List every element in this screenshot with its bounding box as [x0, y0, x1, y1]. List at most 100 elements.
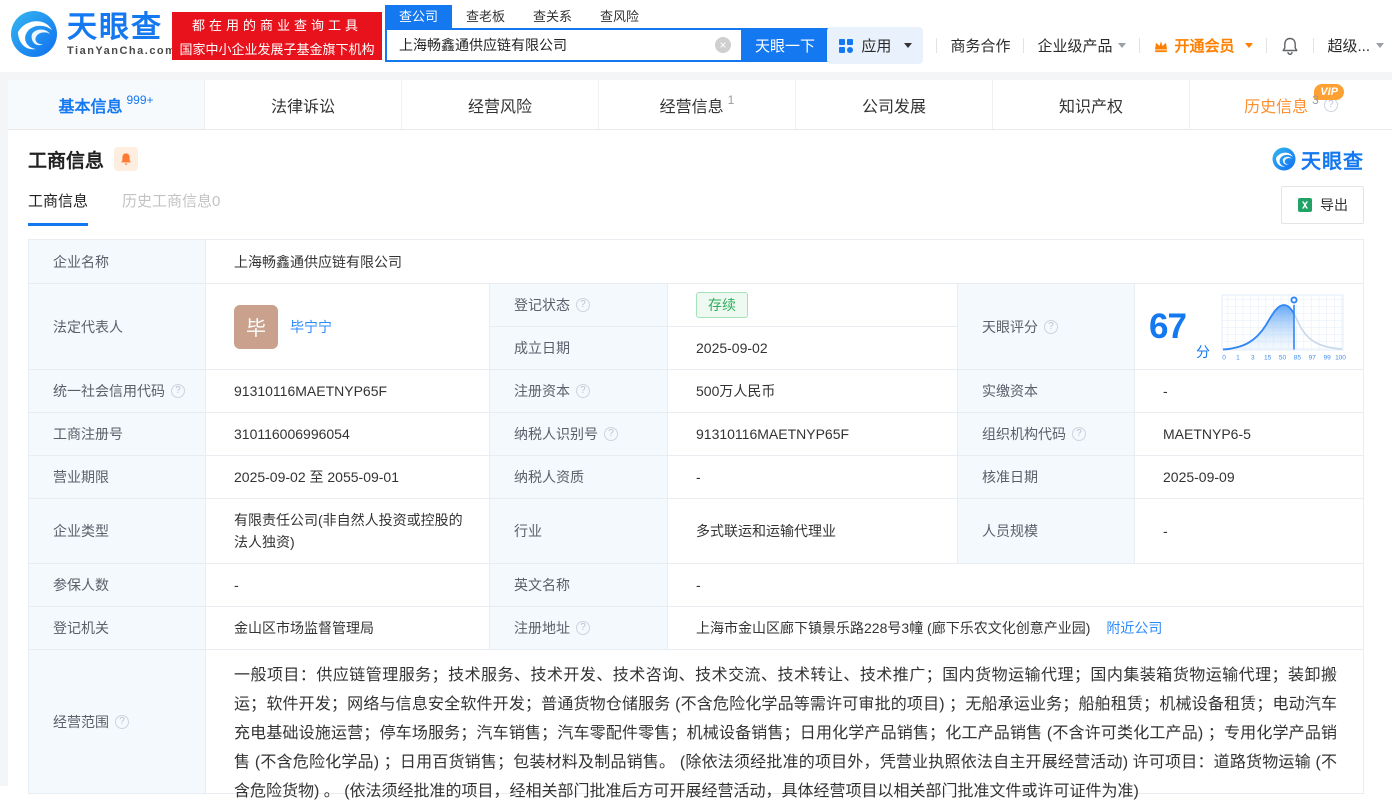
help-icon[interactable]	[604, 427, 618, 441]
tab-count: 1	[727, 92, 735, 107]
table-row: 营业期限 2025-09-02 至 2055-09-01 纳税人资质 - 核准日…	[29, 456, 1363, 499]
business-info-subtabs: 工商信息 历史工商信息0	[28, 190, 220, 226]
avatar[interactable]: 毕	[234, 304, 278, 349]
search-tab-company[interactable]: 查公司	[385, 5, 453, 28]
divider	[936, 38, 938, 53]
tab-operating-risk[interactable]: 经营风险	[402, 80, 599, 129]
field-label: 营业期限	[29, 456, 206, 498]
nav-enterprise-products[interactable]: 企业级产品	[1037, 35, 1112, 56]
clear-search-icon[interactable]	[715, 37, 731, 53]
field-label: 注册资本	[490, 370, 668, 412]
svg-text:15: 15	[1264, 354, 1272, 361]
search-tab-boss[interactable]: 查老板	[452, 5, 519, 28]
svg-text:50: 50	[1279, 354, 1287, 361]
nav-super-vip[interactable]: 超级...	[1327, 35, 1370, 56]
table-row: 法定代表人 毕 毕宁宁 登记状态 存续 成立日期 2025-09-02	[29, 284, 1363, 370]
tab-operating-info[interactable]: 经营信息 1	[599, 80, 796, 129]
svg-text:0: 0	[1222, 354, 1226, 361]
svg-text:1: 1	[1236, 354, 1240, 361]
tab-label: 历史信息	[1244, 98, 1309, 116]
chevron-down-icon	[1245, 43, 1254, 48]
field-label: 天眼评分	[958, 284, 1135, 369]
svg-text:100: 100	[1335, 354, 1346, 361]
search-tabs: 查公司 查老板 查关系 查风险	[385, 5, 829, 28]
export-button[interactable]: 导出	[1281, 186, 1364, 224]
field-label: 人员规模	[958, 499, 1135, 563]
header-nav: 应用 商务合作 企业级产品 开通会员 超级...	[827, 27, 1384, 64]
legal-rep-link[interactable]: 毕宁宁	[290, 317, 332, 337]
field-label: 行业	[490, 499, 668, 563]
help-icon[interactable]	[171, 384, 185, 398]
table-row: 参保人数 - 英文名称 -	[29, 564, 1363, 607]
business-scope-value: 一般项目：供应链管理服务；技术服务、技术开发、技术咨询、技术交流、技术转让、技术…	[234, 667, 1337, 800]
tab-count: 999+	[126, 92, 154, 107]
help-icon[interactable]	[576, 384, 590, 398]
field-label: 登记机关	[29, 607, 206, 649]
reg-address-value: 上海市金山区廊下镇景乐路228号3幢 (廊下乐农文化创意产业园)	[696, 620, 1091, 636]
search-tab-relation[interactable]: 查关系	[519, 5, 586, 28]
apps-menu-button[interactable]: 应用	[827, 27, 924, 64]
subtab-current-registration[interactable]: 工商信息	[28, 190, 89, 226]
field-label-text: 经营范围	[53, 713, 109, 730]
field-label: 企业名称	[29, 240, 206, 283]
notification-bell-button[interactable]	[1280, 36, 1300, 56]
help-icon[interactable]	[1072, 427, 1086, 441]
search-button[interactable]: 天眼一下	[741, 28, 829, 62]
table-row: 经营范围 一般项目：供应链管理服务；技术服务、技术开发、技术咨询、技术交流、技术…	[29, 650, 1363, 800]
field-label: 参保人数	[29, 564, 206, 606]
open-vip-button[interactable]: 开通会员	[1153, 35, 1254, 56]
apps-grid-icon	[839, 38, 854, 53]
open-vip-label: 开通会员	[1174, 38, 1235, 55]
help-icon[interactable]	[1044, 319, 1058, 334]
divider	[1313, 38, 1315, 53]
business-info-section: 工商信息 天眼查 工商信息 历史工商信息0 导出 企业名称 上海畅鑫通供应链有限…	[8, 130, 1392, 800]
tab-history-info[interactable]: VIP 历史信息 3	[1190, 80, 1392, 129]
table-row: 企业类型 有限责任公司(非自然人投资或控股的法人独资) 行业 多式联运和运输代理…	[29, 499, 1363, 564]
search-area: 查公司 查老板 查关系 查风险 天眼一下	[385, 5, 829, 62]
tab-legal-proceedings[interactable]: 法律诉讼	[205, 80, 402, 129]
reg-address-cell: 上海市金山区廊下镇景乐路228号3幢 (廊下乐农文化创意产业园) 附近公司	[668, 607, 1363, 649]
table-row: 企业名称 上海畅鑫通供应链有限公司	[29, 240, 1363, 284]
tab-company-development[interactable]: 公司发展	[796, 80, 993, 129]
divider	[1023, 38, 1025, 53]
field-label: 成立日期	[490, 327, 668, 369]
slogan-badge: 都在用的商业查询工具 国家中小企业发展子基金旗下机构	[172, 12, 382, 60]
subscribe-bell-button[interactable]	[114, 147, 139, 171]
field-label-text: 统一社会信用代码	[53, 383, 165, 399]
score-distribution-chart: 0 1 3 15 50 85 97 99 100	[1221, 294, 1346, 361]
search-input[interactable]	[385, 28, 741, 62]
top-header: 天眼查 TianYanCha.com 都在用的商业查询工具 国家中小企业发展子基…	[0, 0, 1392, 72]
page-left-gutter	[0, 80, 8, 786]
field-label: 工商注册号	[29, 413, 206, 455]
insured-count-value: -	[206, 564, 490, 606]
bell-icon	[121, 153, 131, 165]
search-tab-risk[interactable]: 查风险	[586, 5, 653, 28]
nearby-companies-link[interactable]: 附近公司	[1106, 618, 1162, 638]
status-badge: 存续	[696, 292, 748, 318]
field-label-text: 天眼评分	[982, 318, 1038, 335]
subtab-history-registration[interactable]: 历史工商信息0	[122, 190, 220, 226]
tianyancha-logo-icon	[11, 11, 57, 57]
industry-value: 多式联运和运输代理业	[668, 499, 958, 563]
tianyan-score-cell[interactable]: 67 分 0 1 3 15 50 85 97 99 100	[1135, 284, 1363, 369]
score-unit: 分	[1195, 344, 1210, 360]
field-label: 法定代表人	[29, 284, 206, 369]
tab-label: 知识产权	[1058, 98, 1123, 116]
help-icon[interactable]	[576, 298, 590, 312]
taxpayer-quality-value: -	[668, 456, 958, 498]
tab-intellectual-property[interactable]: 知识产权	[993, 80, 1190, 129]
help-icon[interactable]	[115, 714, 129, 729]
svg-text:85: 85	[1294, 354, 1302, 361]
company-type-value: 有限责任公司(非自然人投资或控股的法人独资)	[206, 499, 490, 563]
divider	[1266, 38, 1268, 53]
field-label-text: 纳税人识别号	[514, 426, 598, 442]
field-label: 经营范围	[29, 650, 206, 793]
help-icon[interactable]	[576, 621, 590, 635]
tab-basic-info[interactable]: 基本信息 999+	[8, 80, 205, 129]
business-term-value: 2025-09-02 至 2055-09-01	[206, 456, 490, 498]
tianyancha-logo[interactable]: 天眼查 TianYanCha.com	[10, 10, 176, 58]
field-label-text: 登记状态	[514, 297, 570, 313]
table-row: 工商注册号 310116006996054 纳税人识别号 91310116MAE…	[29, 413, 1363, 456]
score-value: 67	[1149, 306, 1187, 346]
nav-business-cooperation[interactable]: 商务合作	[950, 35, 1010, 56]
